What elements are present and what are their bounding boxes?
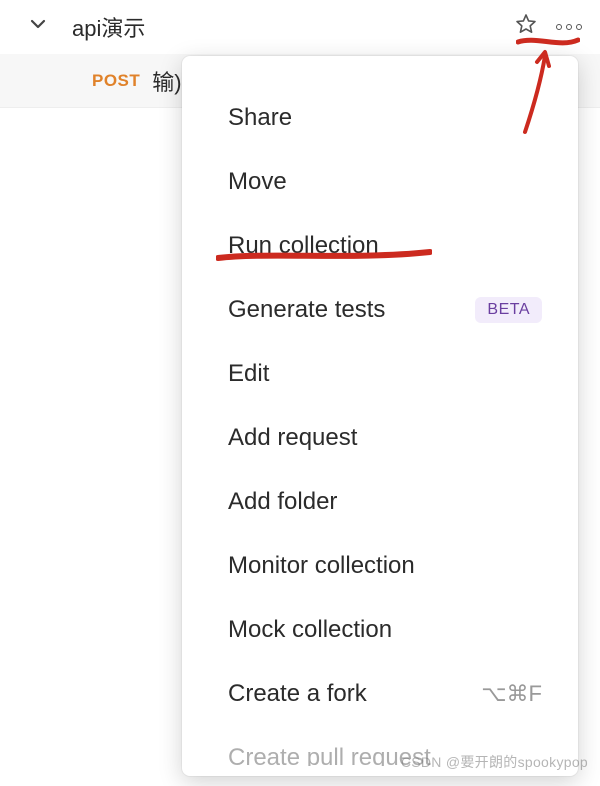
menu-item-label: Generate tests — [228, 296, 475, 324]
menu-item-generate-tests[interactable]: Generate tests BETA — [182, 278, 578, 342]
watermark-text: CSDN @要开朗的spookypop — [401, 752, 588, 772]
collection-header: api演示 — [0, 0, 600, 54]
menu-item-mock-collection[interactable]: Mock collection — [182, 598, 578, 662]
menu-item-label: Mock collection — [228, 616, 542, 644]
menu-item-label: Edit — [228, 360, 542, 388]
menu-item-label: Move — [228, 168, 542, 196]
menu-item-add-folder[interactable]: Add folder — [182, 470, 578, 534]
more-options-icon[interactable] — [556, 24, 582, 30]
keyboard-shortcut: ⌥⌘F — [481, 681, 542, 707]
menu-item-run-collection[interactable]: Run collection — [182, 214, 578, 278]
menu-item-edit[interactable]: Edit — [182, 342, 578, 406]
menu-item-move[interactable]: Move — [182, 150, 578, 214]
http-method-label: POST — [92, 71, 140, 91]
menu-item-label: Share — [228, 104, 542, 132]
menu-item-add-request[interactable]: Add request — [182, 406, 578, 470]
menu-item-label: Create a fork — [228, 680, 481, 708]
menu-item-label: Run collection — [228, 232, 542, 260]
menu-item-create-fork[interactable]: Create a fork ⌥⌘F — [182, 662, 578, 726]
menu-item-label: Add request — [228, 424, 542, 452]
menu-item-monitor-collection[interactable]: Monitor collection — [182, 534, 578, 598]
context-menu: Share Move Run collection Generate tests… — [182, 56, 578, 776]
menu-item-label: Monitor collection — [228, 552, 542, 580]
request-name: 输) — [152, 65, 181, 97]
star-icon[interactable] — [514, 12, 538, 43]
collection-title[interactable]: api演示 — [72, 11, 514, 43]
chevron-down-icon[interactable] — [28, 14, 48, 40]
menu-item-label: Add folder — [228, 488, 542, 516]
beta-badge: BETA — [475, 297, 542, 323]
menu-item-share[interactable]: Share — [182, 86, 578, 150]
